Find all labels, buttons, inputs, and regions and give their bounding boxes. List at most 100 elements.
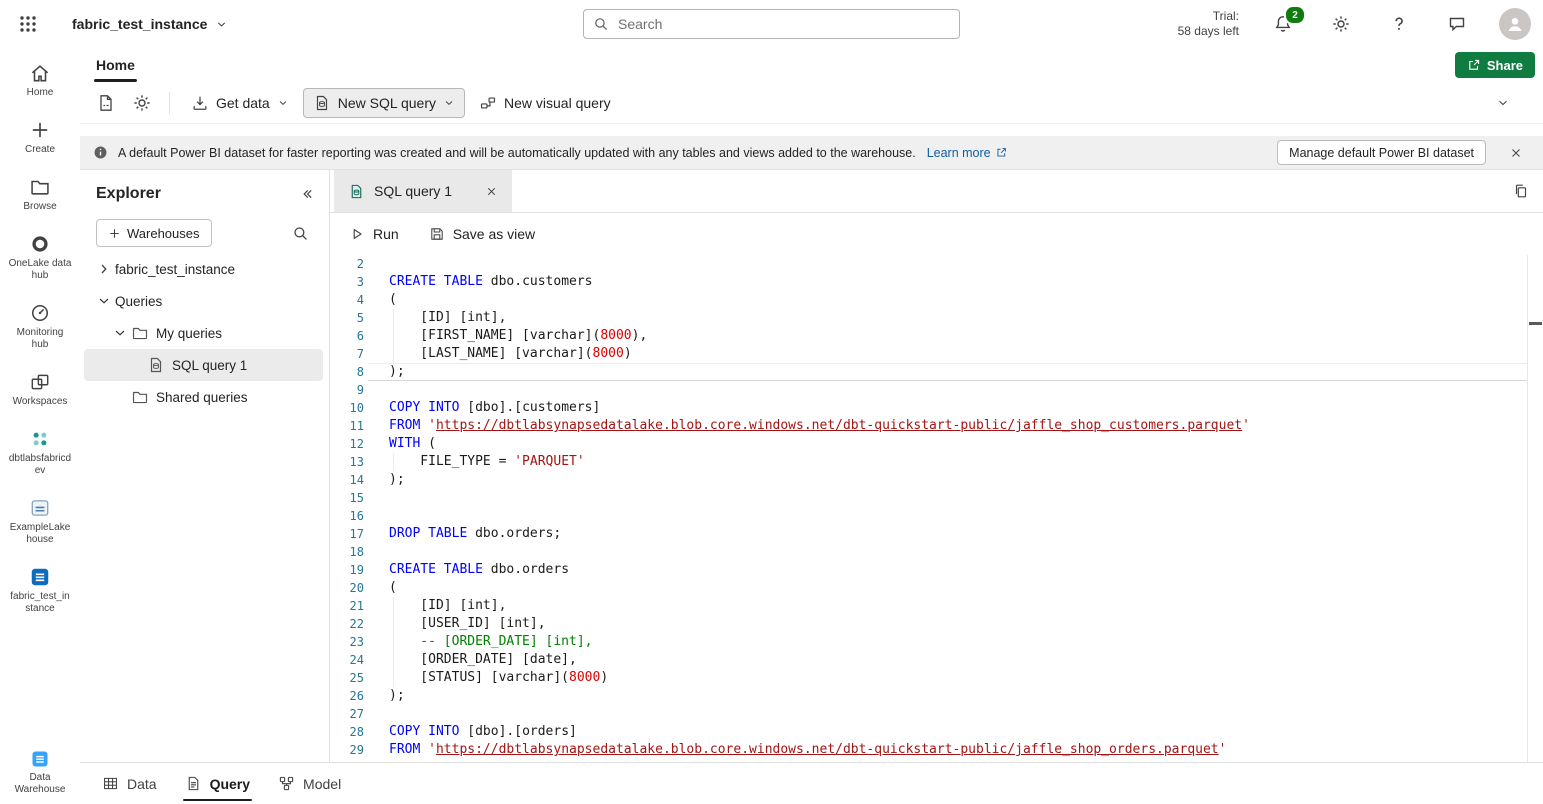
explorer-collapse-button[interactable]	[295, 182, 319, 206]
plus-icon	[108, 227, 121, 240]
code-line-21[interactable]: 21 [ID] [int],	[330, 597, 1528, 615]
new-visual-query-button[interactable]: New visual query	[469, 88, 621, 118]
line-number: 28	[330, 723, 368, 741]
code-line-27[interactable]: 27	[330, 705, 1528, 723]
rail-item-dbtlabsfabricdev[interactable]: dbtlabsfabricdev	[5, 428, 75, 477]
manage-dataset-button[interactable]: Manage default Power BI dataset	[1277, 140, 1486, 165]
line-content: FROM 'https://dbtlabsynapsedatalake.blob…	[368, 417, 1528, 435]
ribbon-collapse-button[interactable]	[1487, 87, 1519, 119]
app-launcher-button[interactable]	[12, 8, 44, 40]
code-line-24[interactable]: 24 [ORDER_DATE] [date],	[330, 651, 1528, 669]
line-content	[368, 705, 1528, 723]
line-content: );	[368, 471, 1528, 489]
chevron-down-icon[interactable]	[96, 293, 112, 309]
code-line-9[interactable]: 9	[330, 381, 1528, 399]
code-line-28[interactable]: 28COPY INTO [dbo].[orders]	[330, 723, 1528, 741]
code-line-17[interactable]: 17DROP TABLE dbo.orders;	[330, 525, 1528, 543]
copy-button[interactable]	[1507, 177, 1535, 205]
tab-close-button[interactable]	[480, 180, 502, 202]
command-bar: Get data New SQL query New visual query	[80, 82, 1543, 124]
code-line-2[interactable]: 2	[330, 255, 1528, 273]
code-line-22[interactable]: 22 [USER_ID] [int],	[330, 615, 1528, 633]
rail-item-browse[interactable]: Browse	[5, 176, 75, 213]
new-report-button[interactable]	[90, 87, 122, 119]
code-line-18[interactable]: 18	[330, 543, 1528, 561]
code-line-13[interactable]: 13 FILE_TYPE = 'PARQUET'	[330, 453, 1528, 471]
monitoring-icon	[29, 302, 51, 324]
line-content: -- [ORDER_DATE] [int],	[368, 633, 1528, 651]
code-line-26[interactable]: 26);	[330, 687, 1528, 705]
explorer-search-button[interactable]	[287, 220, 313, 246]
code-line-8[interactable]: 8);	[330, 363, 1528, 381]
learn-more-link[interactable]: Learn more	[927, 146, 1008, 160]
code-line-15[interactable]: 15	[330, 489, 1528, 507]
chevron-down-icon[interactable]	[112, 325, 128, 341]
rail-item-monitoring-hub[interactable]: Monitoring hub	[5, 302, 75, 351]
bottom-tab-label: Model	[303, 776, 341, 792]
run-button[interactable]: Run	[349, 226, 399, 242]
get-data-button[interactable]: Get data	[181, 88, 299, 118]
add-warehouses-button[interactable]: Warehouses	[96, 219, 212, 247]
rail-item-onelake-data-hub[interactable]: OneLake data hub	[5, 233, 75, 282]
tree-item-label: fabric_test_instance	[115, 262, 235, 277]
rail-item-label: ExampleLakehouse	[8, 522, 72, 546]
tree-item-sql-query-1[interactable]: SQL query 1	[84, 349, 323, 381]
tree-item-queries[interactable]: Queries	[84, 285, 323, 317]
code-line-14[interactable]: 14);	[330, 471, 1528, 489]
search-box[interactable]	[583, 9, 960, 39]
code-line-29[interactable]: 29FROM 'https://dbtlabsynapsedatalake.bl…	[330, 741, 1528, 759]
code-line-19[interactable]: 19CREATE TABLE dbo.orders	[330, 561, 1528, 579]
code-line-16[interactable]: 16	[330, 507, 1528, 525]
rail-item-home[interactable]: Home	[5, 62, 75, 99]
home-icon	[29, 62, 51, 84]
new-sql-query-button[interactable]: New SQL query	[303, 88, 465, 118]
code-line-10[interactable]: 10COPY INTO [dbo].[customers]	[330, 399, 1528, 417]
line-number: 3	[330, 273, 368, 291]
onelake-icon	[29, 233, 51, 255]
help-button[interactable]	[1383, 8, 1415, 40]
code-line-4[interactable]: 4(	[330, 291, 1528, 309]
line-number: 6	[330, 327, 368, 345]
close-icon	[1509, 146, 1523, 160]
rail-item-label: OneLake data hub	[8, 258, 72, 282]
share-button[interactable]: Share	[1455, 52, 1535, 78]
code-line-5[interactable]: 5 [ID] [int],	[330, 309, 1528, 327]
save-as-view-button[interactable]: Save as view	[429, 226, 535, 242]
settings-button[interactable]	[1325, 8, 1357, 40]
tree-item-my-queries[interactable]: My queries	[84, 317, 323, 349]
sql-file-icon	[348, 183, 365, 200]
workspace-title-button[interactable]: fabric_test_instance	[72, 16, 228, 32]
line-number: 8	[330, 363, 368, 381]
sql-editor[interactable]: 23CREATE TABLE dbo.customers4(5 [ID] [in…	[330, 255, 1543, 762]
account-avatar[interactable]	[1499, 8, 1531, 40]
code-line-12[interactable]: 12WITH (	[330, 435, 1528, 453]
chevron-right-icon[interactable]	[96, 261, 112, 277]
warehouse-settings-button[interactable]	[126, 87, 158, 119]
rail-item-examplelakehouse[interactable]: ExampleLakehouse	[5, 497, 75, 546]
search-input[interactable]	[616, 15, 950, 33]
tab-home[interactable]: Home	[82, 48, 149, 82]
editor-scrollbar[interactable]	[1527, 255, 1543, 762]
code-line-11[interactable]: 11FROM 'https://dbtlabsynapsedatalake.bl…	[330, 417, 1528, 435]
tree-item-shared-queries[interactable]: Shared queries	[84, 381, 323, 413]
bottom-tab-data[interactable]: Data	[88, 763, 171, 804]
code-line-3[interactable]: 3CREATE TABLE dbo.customers	[330, 273, 1528, 291]
rail-item-fabric-test-instance[interactable]: fabric_test_instance	[5, 566, 75, 615]
tab-sql-query-1[interactable]: SQL query 1	[334, 170, 512, 212]
code-line-20[interactable]: 20(	[330, 579, 1528, 597]
bottom-tab-model[interactable]: Model	[264, 763, 355, 804]
feedback-button[interactable]	[1441, 8, 1473, 40]
code-line-25[interactable]: 25 [STATUS] [varchar](8000)	[330, 669, 1528, 687]
banner-close-button[interactable]	[1503, 140, 1529, 166]
code-line-6[interactable]: 6 [FIRST_NAME] [varchar](8000),	[330, 327, 1528, 345]
code-line-23[interactable]: 23 -- [ORDER_DATE] [int],	[330, 633, 1528, 651]
tree-item-fabric-test-instance[interactable]: fabric_test_instance	[84, 253, 323, 285]
rail-item-create[interactable]: Create	[5, 119, 75, 156]
code-line-7[interactable]: 7 [LAST_NAME] [varchar](8000)	[330, 345, 1528, 363]
bottom-tab-query[interactable]: Query	[171, 763, 264, 804]
line-number: 7	[330, 345, 368, 363]
feedback-icon	[1447, 14, 1467, 34]
rail-item-data-warehouse[interactable]: Data Warehouse	[0, 749, 80, 796]
notifications-button[interactable]: 2	[1267, 8, 1299, 40]
rail-item-workspaces[interactable]: Workspaces	[5, 371, 75, 408]
